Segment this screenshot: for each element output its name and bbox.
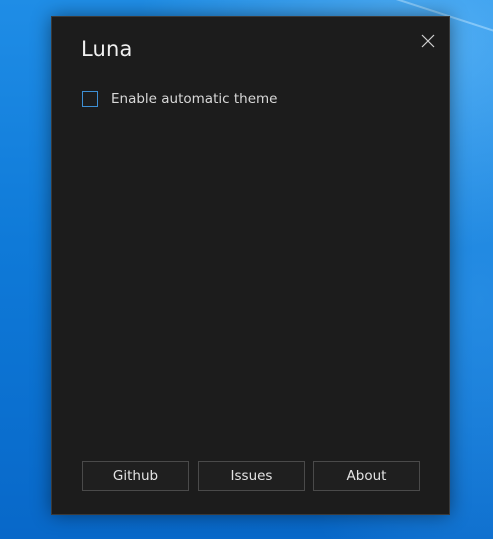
luna-window: Luna Enable automatic theme Github Issue… [51, 16, 450, 515]
auto-theme-label: Enable automatic theme [111, 91, 278, 107]
close-button[interactable] [416, 29, 440, 53]
issues-button[interactable]: Issues [198, 461, 305, 491]
auto-theme-toggle[interactable]: Enable automatic theme [82, 89, 277, 109]
window-title: Luna [81, 37, 133, 61]
github-button[interactable]: Github [82, 461, 189, 491]
close-icon [421, 34, 435, 48]
about-button[interactable]: About [313, 461, 420, 491]
auto-theme-checkbox[interactable] [82, 91, 98, 107]
